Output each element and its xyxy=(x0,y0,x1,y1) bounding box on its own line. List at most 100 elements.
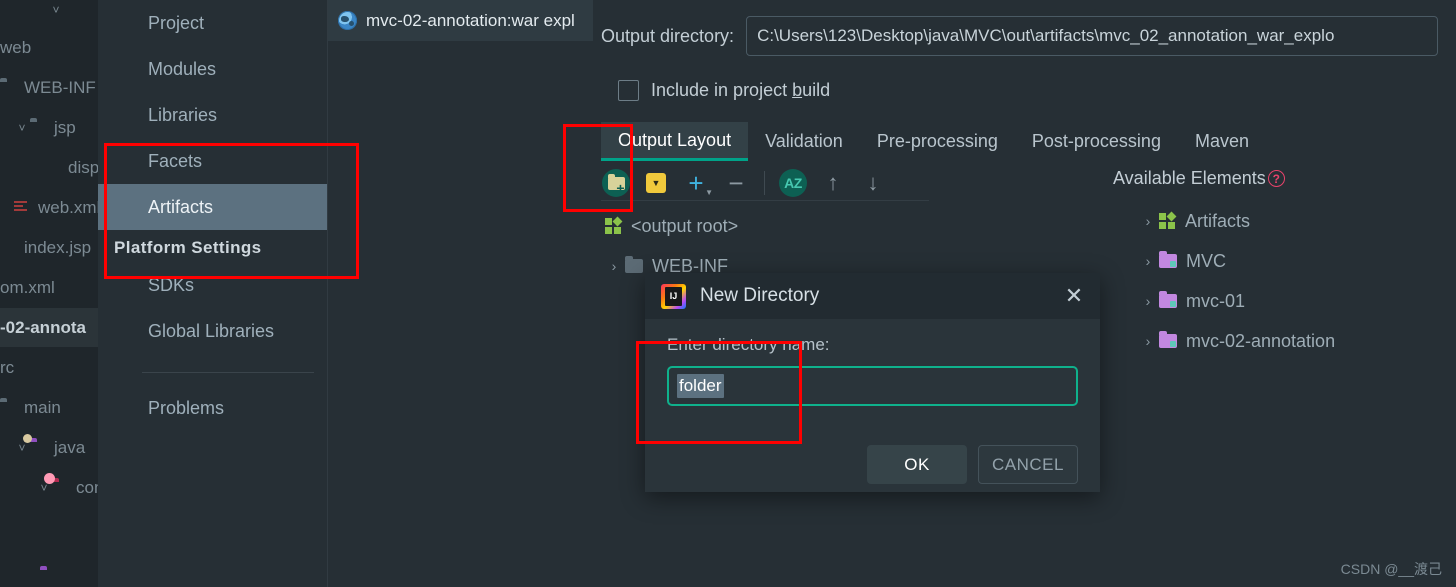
list-item[interactable]: rc xyxy=(0,348,98,387)
move-up-button[interactable]: ↑ xyxy=(818,168,848,198)
include-in-build-checkbox[interactable] xyxy=(618,80,639,101)
list-item[interactable]: ˅ jsp xyxy=(0,108,98,147)
project-tree-panel[interactable]: ˅ web WEB-INF ˅ jsp disp web.xml index.j… xyxy=(0,0,98,587)
chevron-right-icon[interactable]: › xyxy=(1137,213,1159,229)
dialog-title: New Directory xyxy=(700,285,820,306)
chevron-down-icon: ˅ xyxy=(52,2,60,17)
chevron-down-icon[interactable]: ˅ xyxy=(14,442,30,454)
jsp-file-icon xyxy=(0,240,19,256)
plus-icon: + xyxy=(688,168,704,198)
list-item[interactable]: disp xyxy=(0,148,98,187)
chevron-right-icon[interactable]: › xyxy=(1137,253,1159,269)
editor-tab-artifact[interactable]: mvc-02-annotation:war expl xyxy=(328,0,593,41)
list-item[interactable]: ˅ con xyxy=(0,468,98,507)
list-item[interactable]: ˅ java xyxy=(0,428,98,467)
sidebar-group-label: Platform Settings xyxy=(114,238,262,257)
tree-row[interactable]: <output root> xyxy=(599,206,1079,246)
close-icon[interactable]: ✕ xyxy=(1062,285,1086,307)
list-item[interactable] xyxy=(0,512,98,551)
cancel-button[interactable]: CANCEL xyxy=(978,445,1078,484)
intellij-idea-icon xyxy=(661,283,686,309)
directory-name-input[interactable]: folder xyxy=(667,366,1078,406)
create-archive-button[interactable] xyxy=(641,168,671,198)
list-item[interactable]: index.jsp xyxy=(0,228,98,267)
screen-root: ˅ web WEB-INF ˅ jsp disp web.xml index.j… xyxy=(0,0,1456,587)
list-item[interactable]: › Artifacts xyxy=(1113,201,1453,241)
tab-label: Validation xyxy=(765,131,843,151)
folder-plus-icon xyxy=(602,169,630,197)
list-item[interactable]: main xyxy=(0,388,98,427)
tree-label: con xyxy=(76,477,98,497)
sort-az-icon: AZ xyxy=(779,169,807,197)
sidebar-item-problems[interactable]: Problems xyxy=(98,385,328,431)
sidebar-item-artifacts[interactable]: Artifacts xyxy=(98,184,328,230)
chevron-right-icon[interactable]: › xyxy=(603,258,625,274)
sidebar-item-global-libraries[interactable]: Global Libraries xyxy=(98,308,328,354)
ok-button[interactable]: OK xyxy=(867,445,967,484)
tree-label: web.xml xyxy=(38,197,98,217)
dialog-body: Enter directory name: folder OK CANCEL xyxy=(645,319,1100,484)
list-item[interactable]: › mvc-01 xyxy=(1113,281,1453,321)
list-item-label: Artifacts xyxy=(1185,210,1251,231)
sidebar-item-libraries[interactable]: Libraries xyxy=(98,92,328,138)
arrow-down-icon: ↓ xyxy=(867,170,879,195)
tab-label: Post-processing xyxy=(1031,131,1161,151)
help-icon[interactable]: ? xyxy=(1267,170,1285,187)
list-item[interactable]: ˅ xyxy=(0,0,98,29)
watermark: CSDN @__渡己 xyxy=(1340,561,1442,577)
settings-nav-panel[interactable]: Project Modules Libraries Facets Artifac… xyxy=(98,0,328,587)
tree-label: web xyxy=(0,37,32,57)
sidebar-item-project[interactable]: Project xyxy=(98,0,328,46)
list-item[interactable]: › MVC xyxy=(1113,241,1453,281)
xml-file-icon xyxy=(14,200,33,216)
chevron-right-icon[interactable]: › xyxy=(1137,333,1159,349)
folder-gray-icon xyxy=(30,120,49,136)
sidebar-item-label: Facets xyxy=(148,150,203,171)
include-in-build-row[interactable]: Include in project build xyxy=(618,80,830,101)
new-directory-dialog[interactable]: New Directory ✕ Enter directory name: fo… xyxy=(645,273,1100,492)
list-item[interactable]: WEB-INF xyxy=(0,68,98,107)
output-directory-label: Output directory: xyxy=(601,25,735,46)
list-item[interactable]: web.xml xyxy=(0,188,98,227)
move-down-button[interactable]: ↓ xyxy=(858,168,888,198)
folder-java-icon xyxy=(23,433,49,456)
remove-button[interactable]: − xyxy=(721,168,751,198)
list-item[interactable] xyxy=(0,556,98,587)
available-elements-panel[interactable]: Available Elements ? › Artifacts › MVC › xyxy=(1113,168,1453,361)
output-directory-input[interactable]: C:\Users\123\Desktop\java\MVC\out\artifa… xyxy=(746,16,1439,56)
available-elements-list[interactable]: › Artifacts › MVC › mvc-01 › mvc-02-anno… xyxy=(1113,201,1453,361)
sidebar-item-facets[interactable]: Facets xyxy=(98,138,328,184)
list-item-label: MVC xyxy=(1186,250,1226,271)
tab-pre-processing[interactable]: Pre-processing xyxy=(860,122,1015,161)
chevron-right-icon[interactable]: › xyxy=(1137,293,1159,309)
list-item-selected[interactable]: -02-annota xyxy=(0,308,98,347)
include-in-build-label: Include in project build xyxy=(651,80,831,100)
add-button[interactable]: + ▼ xyxy=(681,168,713,198)
chevron-down-icon[interactable]: ˅ xyxy=(14,122,30,134)
sidebar-item-sdks[interactable]: SDKs xyxy=(98,262,328,308)
tab-post-processing[interactable]: Post-processing xyxy=(1015,122,1178,161)
folder-module-icon xyxy=(1159,331,1177,348)
list-item[interactable]: web xyxy=(0,28,98,67)
tree-label: index.jsp xyxy=(24,237,92,257)
sidebar-item-modules[interactable]: Modules xyxy=(98,46,328,92)
tab-label: Maven xyxy=(1194,131,1249,151)
minus-icon: − xyxy=(728,168,744,198)
tab-maven[interactable]: Maven xyxy=(1178,122,1266,161)
output-layout-toolbar[interactable]: + ▼ − AZ ↑ ↓ xyxy=(601,166,888,200)
artifact-tabs[interactable]: Output Layout Validation Pre-processing … xyxy=(601,122,1266,161)
directory-name-value: folder xyxy=(677,374,724,398)
dialog-buttons[interactable]: OK CANCEL xyxy=(867,445,1078,484)
list-item[interactable]: om.xml xyxy=(0,268,98,307)
sort-button[interactable]: AZ xyxy=(778,168,808,198)
tree-label: disp xyxy=(68,157,98,177)
available-elements-label: Available Elements xyxy=(1113,168,1266,188)
list-item[interactable]: › mvc-02-annotation xyxy=(1113,321,1453,361)
tab-label: Pre-processing xyxy=(876,131,998,151)
tab-output-layout[interactable]: Output Layout xyxy=(601,122,749,161)
tab-validation[interactable]: Validation xyxy=(748,122,860,161)
tree-label: jsp xyxy=(54,117,76,137)
sidebar-item-label: Libraries xyxy=(148,104,218,125)
chevron-down-icon: ▼ xyxy=(705,188,713,197)
create-directory-button[interactable] xyxy=(601,168,631,198)
